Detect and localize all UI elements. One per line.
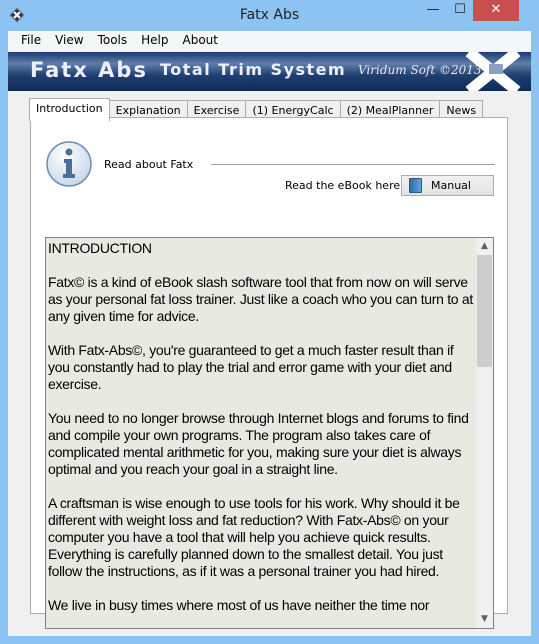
banner-logo: Fatx Abs — [30, 58, 148, 82]
menu-bar: File View Tools Help About — [8, 31, 531, 51]
paragraph: You need to no longer browse through Int… — [48, 410, 469, 477]
paragraph: INTRODUCTION — [48, 240, 152, 256]
manual-button[interactable]: Manual — [401, 175, 494, 196]
paragraph: We live in busy times where most of us h… — [48, 597, 430, 613]
section-heading: Read about Fatx — [104, 158, 194, 171]
banner-tagline: Total Trim System — [160, 60, 347, 79]
menu-help[interactable]: Help — [134, 31, 175, 51]
maximize-button[interactable]: ☐ — [447, 0, 473, 21]
ebook-label: Read the eBook here: — [285, 179, 404, 192]
scroll-up-icon[interactable]: ▲ — [476, 238, 493, 255]
info-icon — [46, 141, 92, 187]
paragraph: Fatx© is a kind of eBook slash software … — [48, 274, 473, 324]
vertical-scrollbar[interactable]: ▲ ▼ — [476, 238, 493, 628]
paragraph: A craftsman is wise enough to use tools … — [48, 495, 460, 579]
x-logo-icon — [465, 52, 521, 91]
paragraph: With Fatx-Abs©, you're guaranteed to get… — [48, 342, 454, 392]
scrollbar-thumb[interactable] — [477, 255, 492, 367]
close-button[interactable]: ✕ — [473, 0, 519, 21]
book-icon — [409, 178, 422, 193]
menu-file[interactable]: File — [14, 31, 48, 51]
tab-introduction[interactable]: Introduction — [29, 98, 110, 121]
minimize-button[interactable]: — — [420, 0, 446, 21]
divider — [211, 164, 495, 165]
introduction-panel: Read about Fatx Read the eBook here: Man… — [30, 117, 508, 629]
menu-view[interactable]: View — [48, 31, 90, 51]
menu-about[interactable]: About — [176, 31, 225, 51]
client-area: File View Tools Help About Fatx Abs Tota… — [8, 31, 531, 636]
menu-tools[interactable]: Tools — [91, 31, 135, 51]
introduction-textbox[interactable]: INTRODUCTION Fatx© is a kind of eBook sl… — [45, 237, 494, 629]
scroll-down-icon[interactable]: ▼ — [476, 611, 493, 628]
manual-button-label: Manual — [431, 179, 471, 192]
title-bar: Fatx Abs — ☐ ✕ — [0, 0, 539, 31]
banner: Fatx Abs Total Trim System Viridum Soft … — [8, 52, 531, 91]
